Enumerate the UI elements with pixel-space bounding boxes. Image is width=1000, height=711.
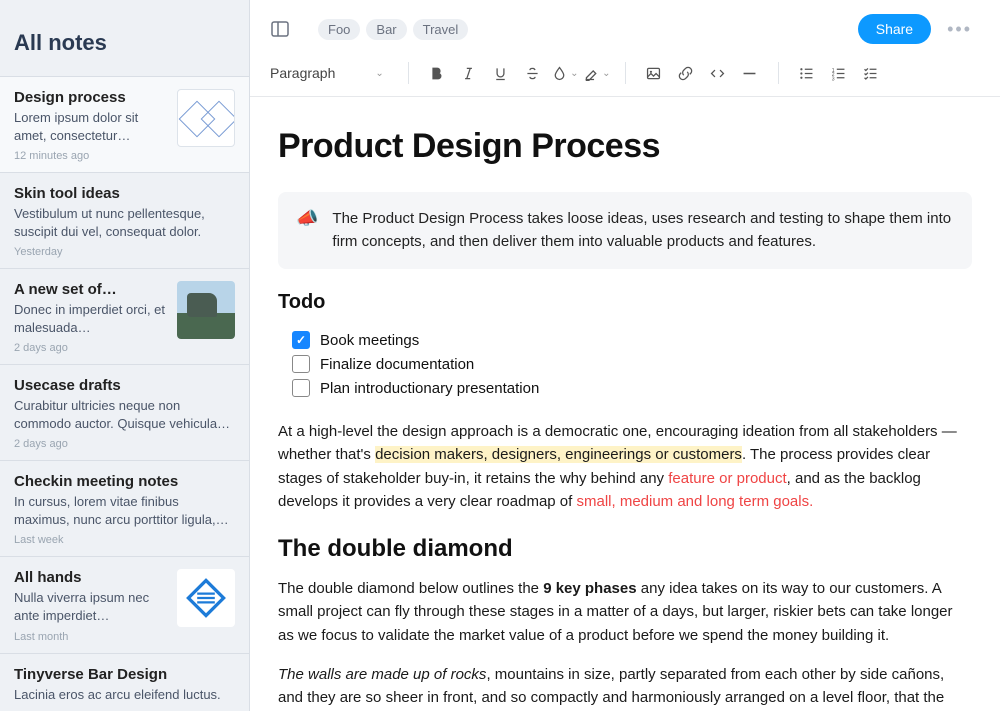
sidebar: All notes Design process Lorem ipsum dol… [0, 0, 250, 711]
note-thumbnail [177, 569, 235, 627]
note-excerpt: Lacinia eros ac arcu eleifend luctus. [14, 686, 235, 704]
checkbox[interactable] [292, 379, 310, 397]
collapse-sidebar-icon[interactable] [270, 19, 290, 39]
note-time: Yesterday [14, 246, 235, 258]
main: Foo Bar Travel Share ••• Paragraph ⌄ ⌄ ⌄… [250, 0, 1000, 711]
note-title: Usecase drafts [14, 377, 235, 394]
note-title: Design process [14, 89, 167, 106]
note-title: Checkin meeting notes [14, 473, 235, 490]
note-time: Last month [14, 631, 167, 643]
callout-text: The Product Design Process takes loose i… [332, 208, 954, 253]
share-button[interactable]: Share [858, 14, 931, 44]
strikethrough-icon[interactable] [519, 60, 547, 86]
tag[interactable]: Travel [413, 19, 469, 40]
note-excerpt: Curabitur ultricies neque non commodo au… [14, 397, 235, 432]
editor[interactable]: Product Design Process 📣 The Product Des… [250, 97, 1000, 711]
todo-heading[interactable]: Todo [278, 291, 972, 314]
note-item[interactable]: Usecase drafts Curabitur ultricies neque… [0, 365, 249, 461]
megaphone-icon: 📣 [296, 208, 318, 253]
code-icon[interactable] [704, 60, 732, 86]
note-title: Skin tool ideas [14, 185, 235, 202]
tag[interactable]: Bar [366, 19, 406, 40]
todo-item[interactable]: Finalize documentation [278, 352, 972, 376]
paragraph[interactable]: The double diamond below outlines the 9 … [278, 577, 972, 647]
image-icon[interactable] [640, 60, 668, 86]
chevron-down-icon: ⌄ [375, 68, 383, 79]
divider-icon[interactable] [736, 60, 764, 86]
note-title: Tinyverse Bar Design [14, 666, 235, 683]
note-excerpt: In cursus, lorem vitae finibus maximus, … [14, 493, 235, 528]
sidebar-title: All notes [0, 0, 249, 77]
note-excerpt: Nulla viverra ipsum nec ante imperdiet… [14, 589, 167, 624]
paragraph[interactable]: The walls are made up of rocks, mountain… [278, 663, 972, 711]
checkbox[interactable] [292, 355, 310, 373]
highlight-icon[interactable]: ⌄ [583, 60, 611, 86]
todo-label: Plan introductionary presentation [320, 380, 539, 397]
todo-label: Finalize documentation [320, 356, 474, 373]
italic-icon[interactable] [455, 60, 483, 86]
section-heading[interactable]: The double diamond [278, 535, 972, 563]
checklist-icon[interactable] [857, 60, 885, 86]
note-excerpt: Vestibulum ut nunc pellentesque, suscipi… [14, 205, 235, 240]
bold-text: 9 key phases [543, 580, 636, 597]
note-excerpt: Lorem ipsum dolor sit amet, consectetur… [14, 109, 167, 144]
paragraph[interactable]: At a high-level the design approach is a… [278, 420, 972, 513]
note-title: All hands [14, 569, 167, 586]
note-excerpt: Donec in imperdiet orci, et malesuada… [14, 301, 167, 336]
block-type-select[interactable]: Paragraph ⌄ [270, 61, 394, 85]
more-icon[interactable]: ••• [939, 19, 980, 40]
todo-list: Book meetings Finalize documentation Pla… [278, 328, 972, 400]
italic-text: The walls are made up of rocks [278, 666, 486, 683]
topbar: Foo Bar Travel Share ••• [250, 0, 1000, 54]
link-text[interactable]: small, medium and long term goals. [576, 493, 813, 510]
note-title: A new set of… [14, 281, 167, 298]
svg-text:3: 3 [832, 76, 835, 82]
note-item[interactable]: Tinyverse Bar Design Lacinia eros ac arc… [0, 654, 249, 711]
note-item[interactable]: Design process Lorem ipsum dolor sit ame… [0, 77, 249, 173]
note-thumbnail [177, 281, 235, 339]
todo-label: Book meetings [320, 332, 419, 349]
underline-icon[interactable] [487, 60, 515, 86]
link-text[interactable]: feature or product [668, 470, 786, 487]
checkbox[interactable] [292, 331, 310, 349]
note-item[interactable]: Skin tool ideas Vestibulum ut nunc pelle… [0, 173, 249, 269]
note-thumbnail [177, 89, 235, 147]
note-item[interactable]: Checkin meeting notes In cursus, lorem v… [0, 461, 249, 557]
callout[interactable]: 📣 The Product Design Process takes loose… [278, 192, 972, 269]
tag[interactable]: Foo [318, 19, 360, 40]
document-title[interactable]: Product Design Process [278, 127, 972, 166]
note-time: Last week [14, 534, 235, 546]
note-time: 2 days ago [14, 342, 167, 354]
text-color-icon[interactable]: ⌄ [551, 60, 579, 86]
ordered-list-icon[interactable]: 123 [825, 60, 853, 86]
block-type-label: Paragraph [270, 65, 335, 81]
note-time: 12 minutes ago [14, 150, 167, 162]
note-time: 2 days ago [14, 438, 235, 450]
tags: Foo Bar Travel [318, 19, 468, 40]
bullet-list-icon[interactable] [793, 60, 821, 86]
todo-item[interactable]: Book meetings [278, 328, 972, 352]
toolbar: Paragraph ⌄ ⌄ ⌄ 123 [250, 54, 1000, 97]
note-item[interactable]: All hands Nulla viverra ipsum nec ante i… [0, 557, 249, 653]
note-item[interactable]: A new set of… Donec in imperdiet orci, e… [0, 269, 249, 365]
todo-item[interactable]: Plan introductionary presentation [278, 376, 972, 400]
highlight: decision makers, designers, engineerings… [375, 446, 742, 463]
link-icon[interactable] [672, 60, 700, 86]
bold-icon[interactable] [423, 60, 451, 86]
